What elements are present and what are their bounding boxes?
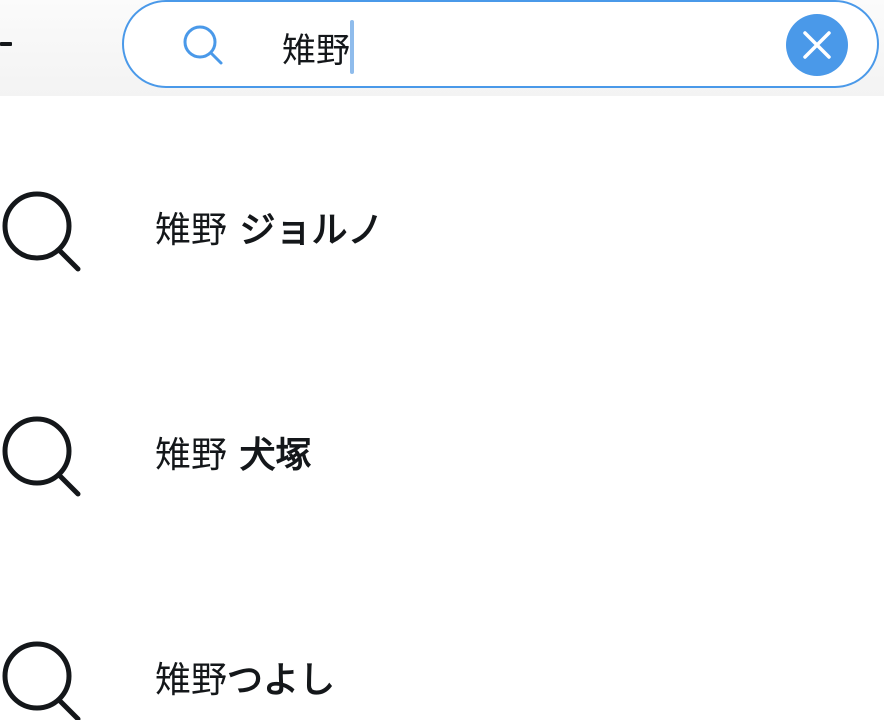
search-suggestion[interactable]: 雉野 犬塚 bbox=[0, 396, 884, 516]
suggestion-query-part: 雉野 bbox=[155, 660, 228, 701]
search-icon bbox=[2, 641, 81, 720]
back-arrow-icon[interactable] bbox=[0, 42, 12, 46]
search-input-value: 雉野 bbox=[282, 20, 354, 74]
suggestion-label: 雉野 ジョルノ bbox=[155, 205, 384, 257]
clear-search-button[interactable] bbox=[786, 14, 848, 76]
search-icon bbox=[2, 191, 81, 272]
search-screen: 雉野 雉野 ジョルノ 雉野 犬塚 雉野つよし bbox=[0, 0, 884, 720]
search-icon bbox=[2, 416, 81, 497]
search-suggestion[interactable]: 雉野つよし bbox=[0, 621, 884, 720]
close-icon bbox=[803, 31, 831, 59]
suggestion-completion: ジョルノ bbox=[227, 210, 384, 251]
suggestion-query-part: 雉野 bbox=[155, 435, 228, 476]
search-query-text: 雉野 bbox=[282, 30, 350, 71]
search-icon bbox=[183, 25, 223, 65]
search-field[interactable]: 雉野 bbox=[122, 0, 879, 88]
suggestion-query-part: 雉野 bbox=[155, 210, 228, 251]
suggestion-completion: つよし bbox=[227, 660, 336, 701]
search-suggestion[interactable]: 雉野 ジョルノ bbox=[0, 171, 884, 291]
suggestion-label: 雉野 犬塚 bbox=[155, 430, 312, 482]
suggestion-completion: 犬塚 bbox=[227, 435, 312, 476]
text-caret bbox=[350, 20, 354, 74]
search-header: 雉野 bbox=[0, 0, 884, 96]
suggestion-label: 雉野つよし bbox=[155, 655, 335, 707]
